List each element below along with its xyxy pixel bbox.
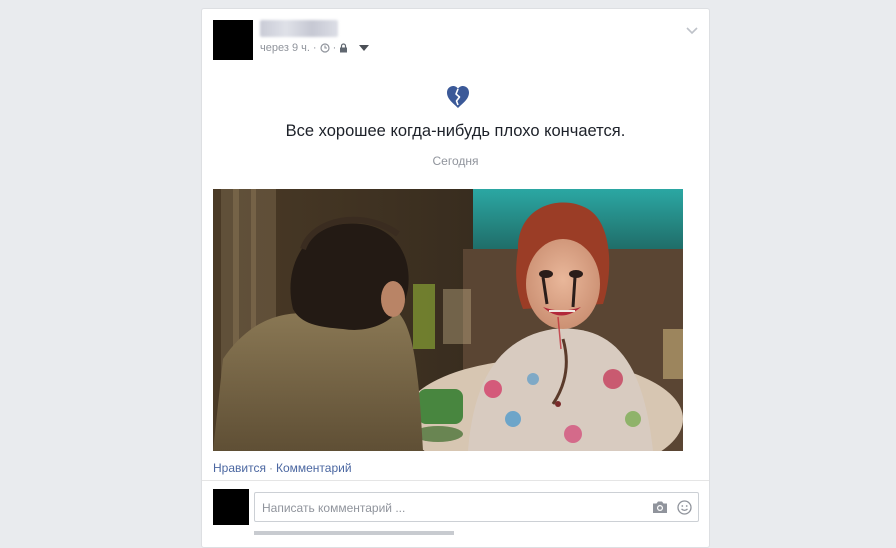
meta-separator: · — [312, 42, 317, 54]
lock-icon — [339, 43, 348, 53]
chevron-down-icon[interactable] — [685, 23, 699, 35]
meta-separator-2: · — [332, 42, 337, 54]
date-label: Сегодня — [432, 154, 479, 168]
broken-heart-icon — [445, 84, 471, 110]
commenter-avatar — [213, 489, 249, 525]
camera-icon[interactable] — [652, 500, 668, 519]
post-meta: через 9 ч. · · — [260, 42, 370, 54]
hint-line — [254, 530, 454, 535]
actions-separator: · — [268, 461, 273, 475]
author-avatar[interactable] — [213, 20, 253, 60]
comment-placeholder: Написать комментарий ... — [262, 501, 406, 515]
dropdown-icon[interactable] — [359, 45, 370, 51]
post-time[interactable]: через 9 ч. — [260, 42, 310, 54]
comment-input[interactable]: Написать комментарий ... — [254, 492, 699, 522]
post-photo[interactable] — [213, 189, 683, 451]
post-photo-scene — [213, 189, 683, 451]
post-actions: Нравится · Комментарий — [213, 461, 352, 475]
like-link[interactable]: Нравится — [213, 461, 266, 475]
post-card: через 9 ч. · · Все хорошее когда-нибудь … — [201, 8, 710, 548]
status-text: Все хорошее когда-нибудь плохо кончается… — [285, 122, 626, 140]
divider — [202, 480, 709, 481]
clock-icon — [319, 43, 330, 53]
comment-link[interactable]: Комментарий — [276, 461, 352, 475]
smiley-icon[interactable] — [677, 500, 692, 520]
author-name-blurred[interactable] — [260, 20, 338, 37]
